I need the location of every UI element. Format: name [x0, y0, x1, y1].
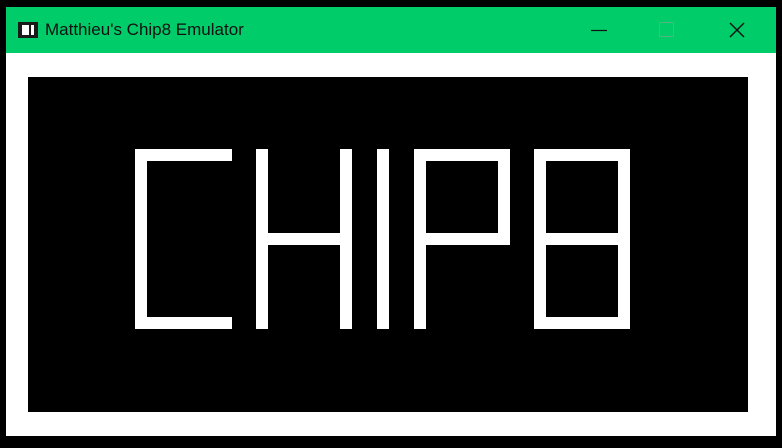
emulator-window: Matthieu's Chip8 Emulator: [0, 0, 782, 448]
window-title: Matthieu's Chip8 Emulator: [45, 20, 244, 39]
digit-8-stroke: [534, 233, 630, 245]
letter-p-stroke: [414, 233, 510, 245]
window-app-icon[interactable]: [18, 22, 38, 38]
letter-p-stroke: [498, 149, 510, 245]
minimize-button[interactable]: [576, 7, 622, 53]
emulator-display[interactable]: [28, 77, 748, 412]
digit-8-stroke: [534, 149, 630, 161]
digit-8-stroke: [534, 317, 630, 329]
maximize-button: [644, 7, 690, 53]
chip8-screen-graphic: [135, 149, 630, 329]
title-bar[interactable]: Matthieu's Chip8 Emulator: [6, 7, 776, 53]
letter-i-stroke: [377, 149, 389, 329]
close-icon: [729, 22, 745, 38]
letter-c-stroke: [135, 149, 147, 329]
minimize-icon: [591, 29, 607, 32]
letter-c-stroke: [135, 317, 232, 329]
letter-c-stroke: [135, 149, 232, 161]
client-area: [6, 53, 776, 436]
maximize-icon: [659, 22, 674, 37]
letter-h-stroke: [256, 233, 352, 245]
letter-p-stroke: [414, 149, 510, 161]
close-button[interactable]: [714, 7, 760, 53]
